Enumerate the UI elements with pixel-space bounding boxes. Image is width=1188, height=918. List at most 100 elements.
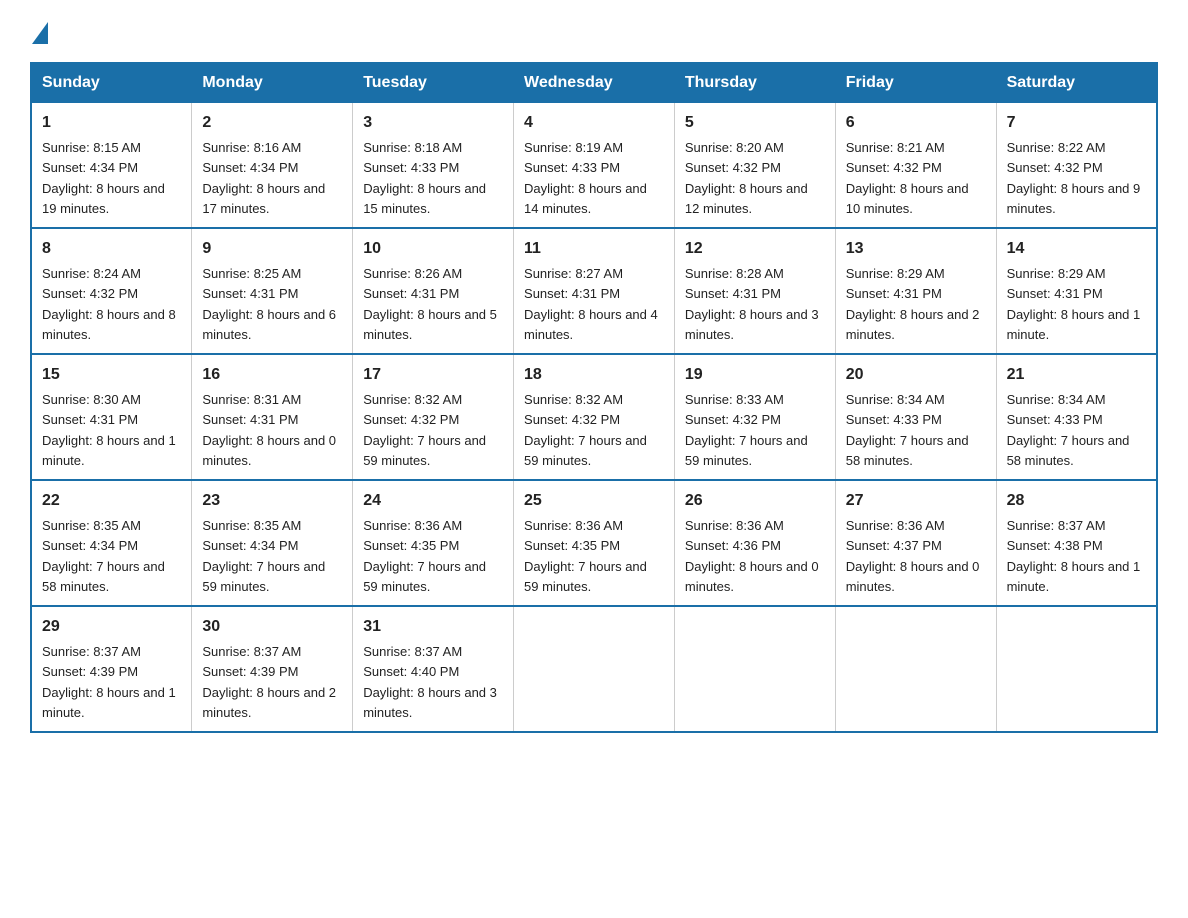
calendar-cell: 31 Sunrise: 8:37 AMSunset: 4:40 PMDayligh… bbox=[353, 606, 514, 732]
day-number: 7 bbox=[1007, 111, 1146, 135]
day-number: 25 bbox=[524, 489, 664, 513]
day-number: 1 bbox=[42, 111, 181, 135]
day-number: 2 bbox=[202, 111, 342, 135]
calendar-cell bbox=[674, 606, 835, 732]
day-info: Sunrise: 8:24 AMSunset: 4:32 PMDaylight:… bbox=[42, 266, 176, 342]
day-number: 19 bbox=[685, 363, 825, 387]
day-number: 8 bbox=[42, 237, 181, 261]
calendar-cell: 16 Sunrise: 8:31 AMSunset: 4:31 PMDayligh… bbox=[192, 354, 353, 480]
day-number: 21 bbox=[1007, 363, 1146, 387]
calendar-cell bbox=[996, 606, 1157, 732]
day-number: 5 bbox=[685, 111, 825, 135]
day-number: 3 bbox=[363, 111, 503, 135]
day-info: Sunrise: 8:21 AMSunset: 4:32 PMDaylight:… bbox=[846, 140, 969, 216]
day-number: 23 bbox=[202, 489, 342, 513]
calendar-cell: 19 Sunrise: 8:33 AMSunset: 4:32 PMDayligh… bbox=[674, 354, 835, 480]
calendar-cell: 14 Sunrise: 8:29 AMSunset: 4:31 PMDayligh… bbox=[996, 228, 1157, 354]
calendar-cell: 11 Sunrise: 8:27 AMSunset: 4:31 PMDayligh… bbox=[514, 228, 675, 354]
day-info: Sunrise: 8:27 AMSunset: 4:31 PMDaylight:… bbox=[524, 266, 658, 342]
calendar-cell bbox=[514, 606, 675, 732]
calendar-week-row: 15 Sunrise: 8:30 AMSunset: 4:31 PMDayligh… bbox=[31, 354, 1157, 480]
calendar-header-saturday: Saturday bbox=[996, 63, 1157, 103]
calendar-cell: 21Sunrise: 8:34 AMSunset: 4:33 PMDayligh… bbox=[996, 354, 1157, 480]
day-number: 10 bbox=[363, 237, 503, 261]
day-info: Sunrise: 8:18 AMSunset: 4:33 PMDaylight:… bbox=[363, 140, 486, 216]
day-number: 14 bbox=[1007, 237, 1146, 261]
day-number: 26 bbox=[685, 489, 825, 513]
calendar-cell: 24 Sunrise: 8:36 AMSunset: 4:35 PMDayligh… bbox=[353, 480, 514, 606]
calendar-week-row: 1 Sunrise: 8:15 AMSunset: 4:34 PMDaylight… bbox=[31, 103, 1157, 229]
day-info: Sunrise: 8:35 AMSunset: 4:34 PMDaylight:… bbox=[202, 518, 325, 594]
day-info: Sunrise: 8:36 AMSunset: 4:35 PMDaylight:… bbox=[524, 518, 647, 594]
calendar-cell: 23 Sunrise: 8:35 AMSunset: 4:34 PMDayligh… bbox=[192, 480, 353, 606]
day-number: 15 bbox=[42, 363, 181, 387]
day-info: Sunrise: 8:29 AMSunset: 4:31 PMDaylight:… bbox=[1007, 266, 1141, 342]
calendar-cell: 3 Sunrise: 8:18 AMSunset: 4:33 PMDaylight… bbox=[353, 103, 514, 229]
day-info: Sunrise: 8:36 AMSunset: 4:35 PMDaylight:… bbox=[363, 518, 486, 594]
day-info: Sunrise: 8:20 AMSunset: 4:32 PMDaylight:… bbox=[685, 140, 808, 216]
logo-arrow-icon bbox=[32, 22, 48, 44]
calendar-header-wednesday: Wednesday bbox=[514, 63, 675, 103]
day-number: 24 bbox=[363, 489, 503, 513]
calendar-cell: 30Sunrise: 8:37 AMSunset: 4:39 PMDayligh… bbox=[192, 606, 353, 732]
calendar-week-row: 29Sunrise: 8:37 AMSunset: 4:39 PMDayligh… bbox=[31, 606, 1157, 732]
day-info: Sunrise: 8:29 AMSunset: 4:31 PMDaylight:… bbox=[846, 266, 980, 342]
day-info: Sunrise: 8:30 AMSunset: 4:31 PMDaylight:… bbox=[42, 392, 176, 468]
calendar-cell: 28Sunrise: 8:37 AMSunset: 4:38 PMDayligh… bbox=[996, 480, 1157, 606]
day-number: 6 bbox=[846, 111, 986, 135]
calendar-cell: 15 Sunrise: 8:30 AMSunset: 4:31 PMDayligh… bbox=[31, 354, 192, 480]
day-info: Sunrise: 8:16 AMSunset: 4:34 PMDaylight:… bbox=[202, 140, 325, 216]
day-info: Sunrise: 8:33 AMSunset: 4:32 PMDaylight:… bbox=[685, 392, 808, 468]
day-info: Sunrise: 8:37 AMSunset: 4:38 PMDaylight:… bbox=[1007, 518, 1141, 594]
day-number: 31 bbox=[363, 615, 503, 639]
calendar-cell: 18 Sunrise: 8:32 AMSunset: 4:32 PMDayligh… bbox=[514, 354, 675, 480]
day-number: 12 bbox=[685, 237, 825, 261]
page-header bbox=[30, 20, 1158, 44]
day-info: Sunrise: 8:32 AMSunset: 4:32 PMDaylight:… bbox=[363, 392, 486, 468]
calendar-header-row: SundayMondayTuesdayWednesdayThursdayFrid… bbox=[31, 63, 1157, 103]
day-info: Sunrise: 8:34 AMSunset: 4:33 PMDaylight:… bbox=[846, 392, 969, 468]
day-info: Sunrise: 8:31 AMSunset: 4:31 PMDaylight:… bbox=[202, 392, 336, 468]
calendar-cell: 4Sunrise: 8:19 AMSunset: 4:33 PMDaylight… bbox=[514, 103, 675, 229]
calendar-cell: 12 Sunrise: 8:28 AMSunset: 4:31 PMDayligh… bbox=[674, 228, 835, 354]
day-number: 20 bbox=[846, 363, 986, 387]
calendar-table: SundayMondayTuesdayWednesdayThursdayFrid… bbox=[30, 62, 1158, 733]
day-info: Sunrise: 8:32 AMSunset: 4:32 PMDaylight:… bbox=[524, 392, 647, 468]
logo bbox=[30, 20, 48, 44]
calendar-cell: 7 Sunrise: 8:22 AMSunset: 4:32 PMDaylight… bbox=[996, 103, 1157, 229]
calendar-cell: 13 Sunrise: 8:29 AMSunset: 4:31 PMDayligh… bbox=[835, 228, 996, 354]
calendar-cell: 8 Sunrise: 8:24 AMSunset: 4:32 PMDaylight… bbox=[31, 228, 192, 354]
day-info: Sunrise: 8:37 AMSunset: 4:39 PMDaylight:… bbox=[42, 644, 176, 720]
day-number: 30 bbox=[202, 615, 342, 639]
calendar-cell: 25 Sunrise: 8:36 AMSunset: 4:35 PMDayligh… bbox=[514, 480, 675, 606]
day-number: 27 bbox=[846, 489, 986, 513]
day-info: Sunrise: 8:25 AMSunset: 4:31 PMDaylight:… bbox=[202, 266, 336, 342]
calendar-cell: 1 Sunrise: 8:15 AMSunset: 4:34 PMDaylight… bbox=[31, 103, 192, 229]
calendar-header-tuesday: Tuesday bbox=[353, 63, 514, 103]
day-info: Sunrise: 8:36 AMSunset: 4:36 PMDaylight:… bbox=[685, 518, 819, 594]
day-info: Sunrise: 8:37 AMSunset: 4:40 PMDaylight:… bbox=[363, 644, 497, 720]
calendar-cell: 22Sunrise: 8:35 AMSunset: 4:34 PMDayligh… bbox=[31, 480, 192, 606]
day-info: Sunrise: 8:22 AMSunset: 4:32 PMDaylight:… bbox=[1007, 140, 1141, 216]
calendar-cell: 17 Sunrise: 8:32 AMSunset: 4:32 PMDayligh… bbox=[353, 354, 514, 480]
calendar-cell: 6 Sunrise: 8:21 AMSunset: 4:32 PMDaylight… bbox=[835, 103, 996, 229]
day-info: Sunrise: 8:19 AMSunset: 4:33 PMDaylight:… bbox=[524, 140, 647, 216]
calendar-cell: 5 Sunrise: 8:20 AMSunset: 4:32 PMDaylight… bbox=[674, 103, 835, 229]
calendar-week-row: 22Sunrise: 8:35 AMSunset: 4:34 PMDayligh… bbox=[31, 480, 1157, 606]
day-number: 11 bbox=[524, 237, 664, 261]
day-number: 16 bbox=[202, 363, 342, 387]
calendar-header-monday: Monday bbox=[192, 63, 353, 103]
day-info: Sunrise: 8:36 AMSunset: 4:37 PMDaylight:… bbox=[846, 518, 980, 594]
calendar-cell: 20 Sunrise: 8:34 AMSunset: 4:33 PMDayligh… bbox=[835, 354, 996, 480]
day-number: 18 bbox=[524, 363, 664, 387]
day-number: 17 bbox=[363, 363, 503, 387]
day-number: 13 bbox=[846, 237, 986, 261]
calendar-header-thursday: Thursday bbox=[674, 63, 835, 103]
day-info: Sunrise: 8:26 AMSunset: 4:31 PMDaylight:… bbox=[363, 266, 497, 342]
calendar-cell: 26 Sunrise: 8:36 AMSunset: 4:36 PMDayligh… bbox=[674, 480, 835, 606]
day-info: Sunrise: 8:28 AMSunset: 4:31 PMDaylight:… bbox=[685, 266, 819, 342]
calendar-cell: 27 Sunrise: 8:36 AMSunset: 4:37 PMDayligh… bbox=[835, 480, 996, 606]
day-info: Sunrise: 8:15 AMSunset: 4:34 PMDaylight:… bbox=[42, 140, 165, 216]
calendar-cell: 9Sunrise: 8:25 AMSunset: 4:31 PMDaylight… bbox=[192, 228, 353, 354]
calendar-header-sunday: Sunday bbox=[31, 63, 192, 103]
